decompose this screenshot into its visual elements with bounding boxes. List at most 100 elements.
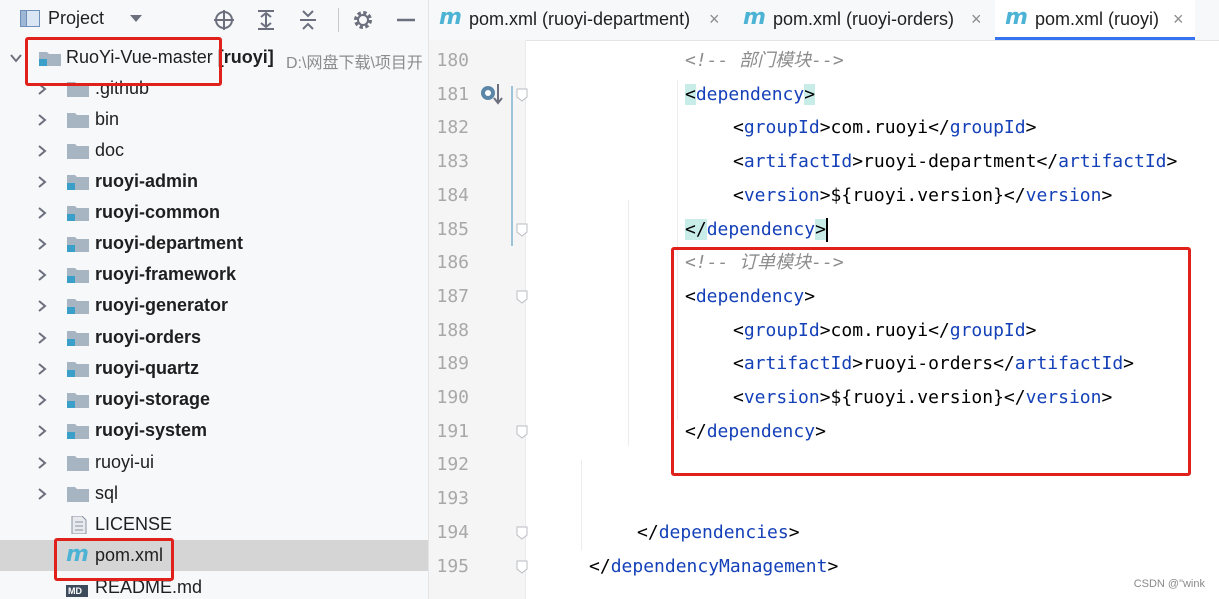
- chevron-right-icon[interactable]: [36, 145, 48, 157]
- minimize-icon[interactable]: [394, 8, 418, 32]
- code-line[interactable]: </dependency>: [685, 213, 828, 247]
- code-text: >: [1025, 319, 1037, 341]
- code-text: >${ruoyi.version}</: [819, 387, 1026, 408]
- module-folder-icon: [67, 299, 89, 314]
- code-text: >com.ruoyi</: [819, 117, 950, 139]
- tab-pom-ruoyi-orders[interactable]: m pom.xml (ruoyi-orders) ×: [733, 0, 993, 40]
- code-text: >: [1166, 151, 1178, 173]
- code-line[interactable]: <dependency>: [685, 78, 816, 112]
- chevron-right-icon[interactable]: [36, 425, 48, 437]
- close-icon[interactable]: ×: [709, 9, 720, 30]
- chevron-right-icon[interactable]: [36, 269, 48, 281]
- tree-item-label: doc: [95, 140, 125, 160]
- editor: m pom.xml (ruoyi-department) × m pom.xml…: [429, 0, 1219, 599]
- tree-item-github[interactable]: .github: [0, 73, 428, 104]
- code-line[interactable]: </dependency>: [685, 415, 826, 449]
- expand-all-icon[interactable]: [254, 8, 278, 32]
- chevron-right-icon[interactable]: [36, 457, 48, 469]
- code-text: >: [815, 218, 826, 240]
- code-line[interactable]: <dependency>: [685, 280, 815, 314]
- tree-item-ruoyi-admin[interactable]: ruoyi-admin: [0, 166, 428, 197]
- line-number: 192: [436, 454, 469, 476]
- tree-item-label: ruoyi-admin: [95, 171, 199, 191]
- tree-item-sql[interactable]: sql: [0, 478, 428, 509]
- tree-item-ruoyi-framework[interactable]: ruoyi-framework: [0, 259, 428, 290]
- chevron-right-icon[interactable]: [36, 300, 48, 312]
- chevron-right-icon[interactable]: [36, 332, 48, 344]
- chevron-right-icon[interactable]: [36, 83, 48, 95]
- close-icon[interactable]: ×: [971, 9, 982, 30]
- tree-item-ruoyi-orders[interactable]: ruoyi-orders: [0, 322, 428, 353]
- select-opened-file-icon[interactable]: [212, 8, 236, 32]
- tab-pom-ruoyi[interactable]: m pom.xml (ruoyi) ×: [995, 0, 1195, 40]
- chevron-right-icon[interactable]: [36, 238, 48, 250]
- code-tag-name: dependencyManagement: [610, 555, 828, 577]
- module-folder-icon: [67, 268, 89, 283]
- tree-item-license[interactable]: LICENSE: [0, 509, 428, 540]
- tree-item-ruoyi-department[interactable]: ruoyi-department: [0, 228, 428, 259]
- code-tag-name: dependency: [695, 285, 805, 307]
- tree-item-label: ruoyi-ui: [95, 452, 155, 472]
- chevron-right-icon[interactable]: [36, 176, 48, 188]
- code-text: <: [733, 117, 744, 139]
- code-text: <: [733, 319, 744, 341]
- code-text: </: [685, 218, 707, 240]
- chevron-right-icon[interactable]: [36, 488, 48, 500]
- code-line[interactable]: <groupId>com.ruoyi</groupId>: [733, 314, 1036, 348]
- code-line[interactable]: <groupId>com.ruoyi</groupId>: [733, 111, 1036, 145]
- code-line[interactable]: <version>${ruoyi.version}</version>: [733, 179, 1112, 213]
- tree-item-pom-xml[interactable]: m pom.xml: [0, 540, 428, 571]
- code-text: >: [1025, 117, 1037, 139]
- tree-item-readme[interactable]: MD README.md: [0, 572, 428, 599]
- code-tag-name: groupId: [949, 117, 1026, 139]
- code-line[interactable]: </dependencyManagement>: [589, 550, 838, 584]
- tree-item-ruoyi-system[interactable]: ruoyi-system: [0, 415, 428, 446]
- module-folder-icon: [67, 206, 89, 221]
- line-number: 180: [436, 50, 469, 71]
- tree-item-label: sql: [95, 483, 119, 503]
- chevron-down-icon[interactable]: [10, 52, 22, 64]
- code-line[interactable]: <version>${ruoyi.version}</version>: [733, 381, 1112, 415]
- code-text: </: [685, 420, 707, 442]
- close-icon[interactable]: ×: [1173, 9, 1184, 30]
- tree-item-ruoyi-storage[interactable]: ruoyi-storage: [0, 384, 428, 415]
- gear-icon[interactable]: [351, 8, 375, 32]
- tree-item-bin[interactable]: bin: [0, 104, 428, 135]
- tree-item-ruoyi-quartz[interactable]: ruoyi-quartz: [0, 353, 428, 384]
- folder-icon: [67, 144, 89, 159]
- code-line[interactable]: <!-- 部门模块-->: [685, 44, 844, 78]
- code-line[interactable]: <!-- 订单模块-->: [685, 246, 844, 280]
- code-area[interactable]: <!-- 部门模块--> <dependency> <groupId>com.ruo…: [526, 40, 1219, 599]
- tree-item-ruoyi-generator[interactable]: ruoyi-generator: [0, 290, 428, 321]
- chevron-right-icon[interactable]: [36, 207, 48, 219]
- code-tag-name: version: [743, 184, 820, 206]
- line-number: 185: [436, 218, 469, 240]
- chevron-down-icon[interactable]: [128, 13, 144, 25]
- code-text: <: [733, 387, 744, 408]
- code-text: <: [733, 353, 744, 375]
- line-number: 183: [436, 151, 469, 173]
- code-comment: <!-- 订单模块-->: [685, 252, 844, 274]
- chevron-right-icon[interactable]: [36, 114, 48, 126]
- line-number: 193: [436, 488, 469, 510]
- tree-item-ruoyi-ui[interactable]: ruoyi-ui: [0, 447, 428, 478]
- code-line[interactable]: <artifactId>ruoyi-department</artifactId…: [733, 145, 1177, 179]
- code-line[interactable]: </dependencies>: [637, 516, 800, 550]
- code-text: <: [685, 83, 696, 105]
- tree-item-doc[interactable]: doc: [0, 135, 428, 166]
- project-panel-title[interactable]: Project: [48, 8, 104, 29]
- tree-item-ruoyi-common[interactable]: ruoyi-common: [0, 197, 428, 228]
- code-text: >: [815, 420, 826, 442]
- tab-pom-ruoyi-department[interactable]: m pom.xml (ruoyi-department) ×: [429, 0, 731, 40]
- chevron-right-icon[interactable]: [36, 394, 48, 406]
- code-text: <: [685, 285, 696, 307]
- text-file-icon: [71, 516, 87, 534]
- chevron-right-icon[interactable]: [36, 363, 48, 375]
- line-number: 190: [436, 387, 469, 408]
- module-folder-icon: [67, 362, 89, 377]
- code-line[interactable]: <artifactId>ruoyi-orders</artifactId>: [733, 347, 1134, 381]
- code-text: <: [733, 184, 744, 206]
- collapse-all-icon[interactable]: [296, 8, 320, 32]
- code-tag-name: version: [1025, 387, 1102, 408]
- tree-item-root[interactable]: RuoYi-Vue-master [ruoyi] D:\网盘下载\项目开: [0, 42, 428, 73]
